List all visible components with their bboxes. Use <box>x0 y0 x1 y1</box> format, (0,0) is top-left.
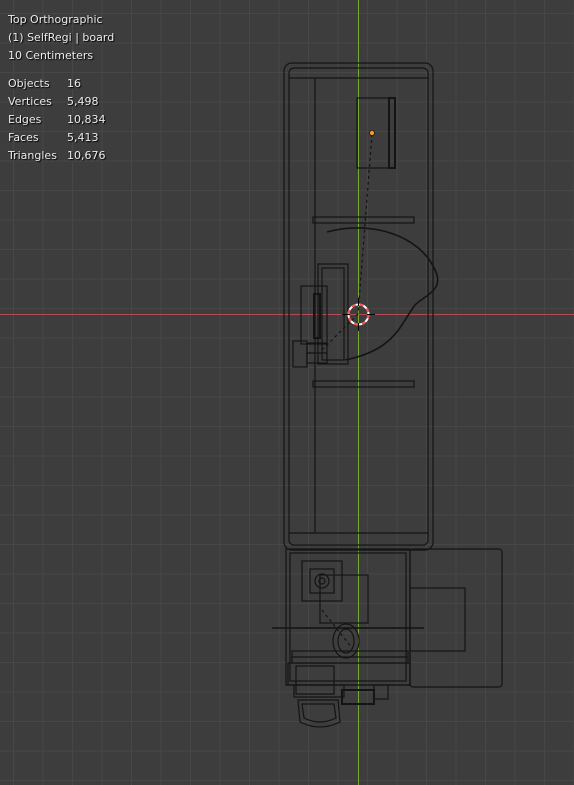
stat-label: Objects <box>8 77 50 90</box>
stat-row-edges: Edges 10,834 <box>8 111 114 129</box>
side-box <box>409 548 503 688</box>
camera-box <box>301 560 343 602</box>
stat-row-faces: Faces 5,413 <box>8 129 114 147</box>
base-outer <box>285 548 411 686</box>
stat-label: Vertices <box>8 95 52 108</box>
shelf-top <box>312 216 415 224</box>
reader-box <box>292 340 308 368</box>
stat-value: 5,498 <box>67 95 99 108</box>
stat-label: Triangles <box>8 149 57 162</box>
stat-value: 16 <box>67 77 81 90</box>
stat-row-objects: Objects 16 <box>8 75 114 93</box>
stat-value: 10,834 <box>67 113 106 126</box>
shelf-bottom <box>312 380 415 388</box>
stat-row-triangles: Triangles 10,676 <box>8 147 114 165</box>
stat-label: Edges <box>8 113 42 126</box>
3d-viewport[interactable]: Top Orthographic (1) SelfRegi | board 10… <box>0 0 574 785</box>
grid-scale: 10 Centimeters <box>8 49 94 62</box>
origin-dot <box>369 130 375 136</box>
active-object-name: (1) SelfRegi | board <box>8 31 115 44</box>
stat-value: 5,413 <box>67 131 99 144</box>
stat-row-vertices: Vertices 5,498 <box>8 93 114 111</box>
view-name: Top Orthographic <box>8 13 103 26</box>
stat-value: 10,676 <box>67 149 106 162</box>
viewport-text-info: Top Orthographic (1) SelfRegi | board 10… <box>8 11 114 165</box>
stat-label: Faces <box>8 131 39 144</box>
scene-statistics: Objects 16 Vertices 5,498 Edges 10,834 F… <box>8 75 114 165</box>
